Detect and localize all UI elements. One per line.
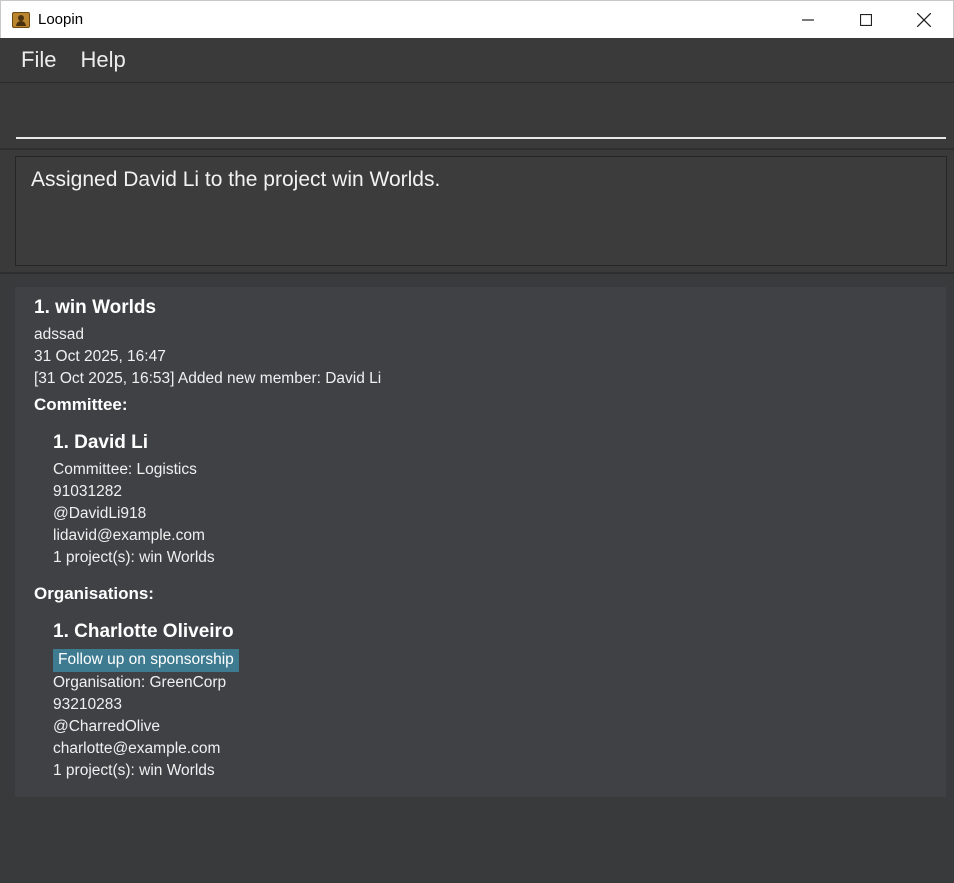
organisation-contact-name: 1. Charlotte Oliveiro [53,621,234,642]
organisation-tag: Follow up on sponsorship [53,649,239,672]
result-display-panel: Assigned David Li to the project win Wor… [0,150,954,274]
window-controls [779,1,953,39]
organisation-projects: 1 project(s): win Worlds [53,762,215,779]
committee-member-name: 1. David Li [53,432,149,453]
maximize-icon [860,13,872,26]
organisation-name: Organisation: GreenCorp [53,674,227,691]
project-log: [31 Oct 2025, 16:53] Added new member: D… [34,370,382,387]
window-title: Loopin [38,11,84,28]
close-button[interactable] [895,1,953,39]
result-display: Assigned David Li to the project win Wor… [15,156,947,266]
project-list[interactable]: 1. win Worlds adssad 31 Oct 2025, 16:47 … [0,274,954,883]
result-message: Assigned David Li to the project win Wor… [31,168,441,191]
command-box [0,83,954,150]
close-icon [917,12,931,27]
organisation-phone: 93210283 [53,696,122,713]
maximize-button[interactable] [837,1,895,39]
project-deadline: 31 Oct 2025, 16:47 [34,348,166,365]
committee-member-role: Committee: Logistics [53,461,197,478]
project-card[interactable]: 1. win Worlds adssad 31 Oct 2025, 16:47 … [15,287,946,797]
project-title: 1. win Worlds [34,297,157,318]
menu-help[interactable]: Help [80,47,125,73]
minimize-icon [802,18,814,21]
organisations-heading: Organisations: [34,584,154,603]
committee-member-email: lidavid@example.com [53,527,205,544]
command-input[interactable] [16,91,946,139]
minimize-button[interactable] [779,1,837,39]
project-description: adssad [34,326,84,343]
contacts-book-icon [12,11,30,28]
organisation-email: charlotte@example.com [53,740,221,757]
committee-heading: Committee: [34,395,128,414]
title-bar: Loopin [0,0,954,38]
organisation-telegram: @CharredOlive [53,718,161,735]
menu-bar: File Help [0,38,954,83]
committee-member-telegram: @DavidLi918 [53,505,147,522]
committee-member-phone: 91031282 [53,483,122,500]
committee-member-projects: 1 project(s): win Worlds [53,549,215,566]
menu-file[interactable]: File [21,47,56,73]
